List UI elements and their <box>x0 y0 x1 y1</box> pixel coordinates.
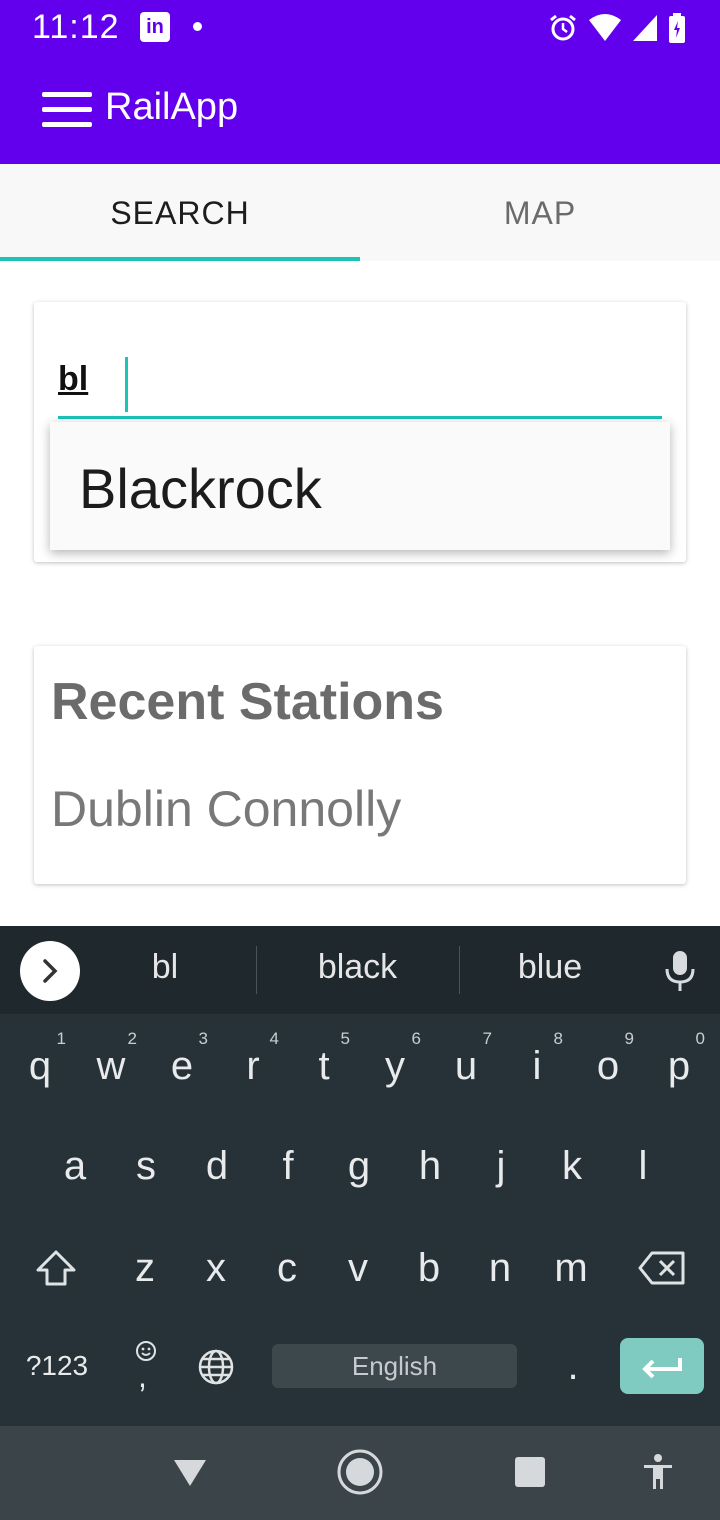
key-label: e <box>170 1044 194 1088</box>
emoji-comma-key[interactable]: , <box>118 1326 174 1406</box>
key-label: w <box>96 1044 126 1088</box>
battery-icon <box>669 13 685 43</box>
key-y[interactable]: y6 <box>367 1026 423 1106</box>
comma-label: , <box>138 1358 147 1394</box>
tab-bar: SEARCH MAP <box>0 164 720 261</box>
key-m[interactable]: m <box>543 1228 599 1308</box>
keyboard-suggestion-strip: bl black blue <box>0 926 720 1014</box>
language-key[interactable] <box>188 1326 244 1406</box>
key-number-hint: 2 <box>127 1029 137 1048</box>
key-label: o <box>596 1044 620 1088</box>
key-x[interactable]: x <box>188 1228 244 1308</box>
key-label: u <box>454 1044 478 1088</box>
recent-station-item[interactable]: Dublin Connolly <box>51 780 401 838</box>
accessibility-icon[interactable] <box>642 1454 674 1490</box>
key-o[interactable]: o9 <box>580 1026 636 1106</box>
period-key[interactable]: . <box>545 1326 601 1406</box>
notification-dot-icon <box>193 22 202 31</box>
autocomplete-item[interactable]: Blackrock <box>79 456 322 521</box>
keyboard-suggestion[interactable]: blue <box>490 948 610 987</box>
microphone-icon[interactable] <box>664 950 696 992</box>
key-number-hint: 3 <box>198 1029 208 1048</box>
shift-key[interactable] <box>28 1228 84 1308</box>
alarm-icon <box>550 14 576 41</box>
backspace-key[interactable] <box>632 1228 692 1308</box>
enter-arrow-icon <box>642 1358 682 1379</box>
status-bar: 11:12 in <box>0 0 720 56</box>
key-label: y <box>385 1044 405 1088</box>
linkedin-icon: in <box>140 12 170 42</box>
tab-search[interactable]: SEARCH <box>0 164 360 261</box>
key-q[interactable]: q1 <box>12 1026 68 1106</box>
status-time: 11:12 <box>32 8 120 46</box>
key-g[interactable]: g <box>331 1126 387 1206</box>
key-c[interactable]: c <box>259 1228 315 1308</box>
cell-signal-icon <box>633 15 657 41</box>
key-number-hint: 6 <box>411 1029 421 1048</box>
shift-icon <box>36 1250 76 1286</box>
expand-suggestions-button[interactable] <box>20 941 80 1001</box>
back-triangle-icon[interactable] <box>172 1458 208 1488</box>
tab-indicator <box>0 257 360 261</box>
suggestion-divider <box>459 946 460 994</box>
recent-stations-card: Recent Stations Dublin Connolly <box>34 646 686 884</box>
recent-stations-title: Recent Stations <box>51 673 444 731</box>
soft-keyboard: bl black blue q1w2e3r4t5y6u7i8o9p0 asdfg… <box>0 926 720 1426</box>
key-l[interactable]: l <box>615 1126 671 1206</box>
text-caret <box>125 357 128 412</box>
key-h[interactable]: h <box>402 1126 458 1206</box>
key-number-hint: 8 <box>553 1029 563 1048</box>
key-w[interactable]: w2 <box>83 1026 139 1106</box>
wifi-icon <box>589 14 621 41</box>
key-label: r <box>246 1044 260 1088</box>
key-k[interactable]: k <box>544 1126 600 1206</box>
key-f[interactable]: f <box>260 1126 316 1206</box>
backspace-icon <box>638 1251 685 1285</box>
key-p[interactable]: p0 <box>651 1026 707 1106</box>
search-input[interactable]: bl <box>58 360 88 399</box>
key-u[interactable]: u7 <box>438 1026 494 1106</box>
key-number-hint: 4 <box>269 1029 279 1048</box>
key-i[interactable]: i8 <box>509 1026 565 1106</box>
key-label: q <box>28 1044 52 1088</box>
space-key[interactable]: English <box>272 1344 517 1388</box>
system-navigation-bar <box>0 1426 720 1520</box>
key-b[interactable]: b <box>401 1228 457 1308</box>
keyboard-suggestion[interactable]: black <box>290 948 425 987</box>
status-icons <box>548 10 686 46</box>
key-j[interactable]: j <box>473 1126 529 1206</box>
keyboard-suggestion[interactable]: bl <box>110 948 220 987</box>
key-e[interactable]: e3 <box>154 1026 210 1106</box>
key-label: i <box>532 1044 542 1088</box>
key-v[interactable]: v <box>330 1228 386 1308</box>
recents-square-icon[interactable] <box>514 1456 546 1488</box>
key-number-hint: 9 <box>624 1029 634 1048</box>
key-number-hint: 1 <box>56 1029 66 1048</box>
suggestion-divider <box>256 946 257 994</box>
globe-icon <box>198 1349 234 1385</box>
key-a[interactable]: a <box>47 1126 103 1206</box>
enter-key[interactable] <box>620 1338 704 1394</box>
key-label: p <box>667 1044 691 1088</box>
symbols-key[interactable]: ?123 <box>18 1326 96 1406</box>
app-bar: RailApp <box>0 56 720 164</box>
key-r[interactable]: r4 <box>225 1026 281 1106</box>
key-t[interactable]: t5 <box>296 1026 352 1106</box>
key-n[interactable]: n <box>472 1228 528 1308</box>
key-number-hint: 0 <box>695 1029 705 1048</box>
autocomplete-dropdown: Blackrock <box>50 422 670 550</box>
key-d[interactable]: d <box>189 1126 245 1206</box>
key-label: t <box>318 1044 330 1088</box>
app-title: RailApp <box>105 86 239 128</box>
hamburger-menu-icon[interactable] <box>42 92 92 128</box>
key-number-hint: 7 <box>482 1029 492 1048</box>
key-s[interactable]: s <box>118 1126 174 1206</box>
home-circle-icon[interactable] <box>336 1448 384 1496</box>
tab-map[interactable]: MAP <box>360 164 720 261</box>
key-number-hint: 5 <box>340 1029 350 1048</box>
chevron-right-icon <box>43 959 58 983</box>
search-input-underline <box>58 416 662 419</box>
key-z[interactable]: z <box>117 1228 173 1308</box>
